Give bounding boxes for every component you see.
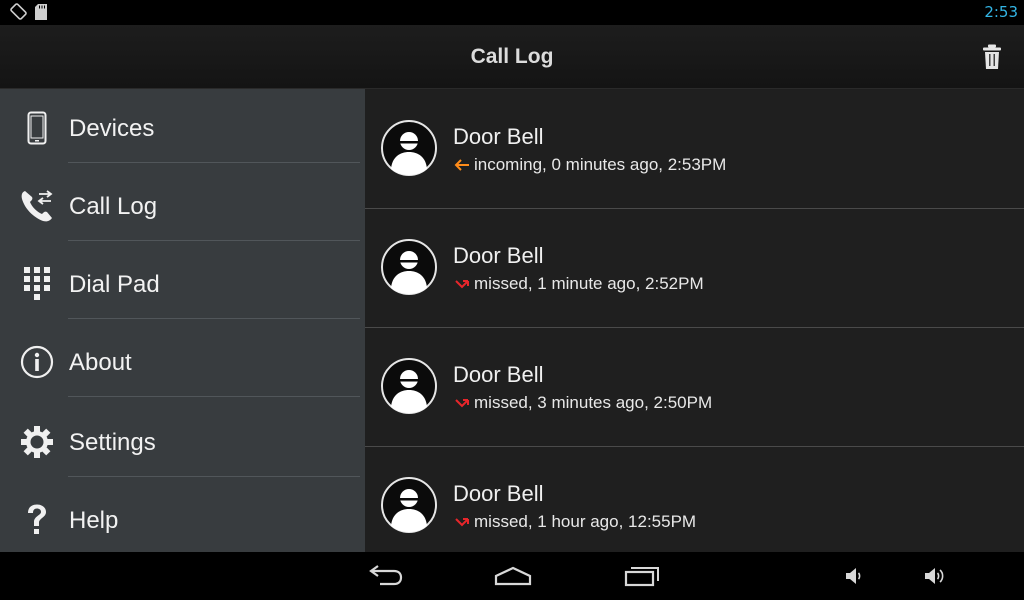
info-icon: [18, 343, 56, 381]
drawer-divider: [68, 396, 360, 397]
call-detail: missed, 3 minutes ago, 2:50PM: [453, 393, 712, 413]
drawer-divider: [68, 162, 360, 163]
trash-icon: [983, 44, 1001, 69]
call-detail: incoming, 0 minutes ago, 2:53PM: [453, 155, 726, 175]
phone-device-icon: [18, 109, 56, 147]
delete-log-button[interactable]: [982, 44, 1002, 70]
volume-up-icon: [925, 568, 944, 584]
call-log-entry[interactable]: Door Bell incoming, 0 minutes ago, 2:53P…: [365, 89, 1024, 208]
contact-avatar-icon: [380, 357, 438, 415]
drawer-item-dial-pad[interactable]: Dial Pad: [0, 245, 365, 323]
caller-name: Door Bell: [453, 362, 544, 387]
volume-up-button[interactable]: [923, 562, 947, 590]
recent-apps-icon: [624, 567, 659, 587]
caller-name: Door Bell: [453, 124, 544, 149]
gear-icon: [18, 423, 56, 461]
caller-name: Door Bell: [453, 243, 544, 268]
system-nav-bar: [0, 552, 1024, 600]
home-button[interactable]: [492, 562, 534, 590]
home-icon: [494, 566, 532, 586]
drawer-item-help[interactable]: Help: [0, 481, 365, 559]
drawer-item-label: Call Log: [69, 193, 158, 220]
drawer-divider: [68, 318, 360, 319]
screen-rotation-icon: [10, 3, 27, 20]
drawer-item-label: Devices: [69, 115, 155, 142]
drawer-item-label: Settings: [69, 429, 156, 456]
status-clock: 2:53: [984, 3, 1018, 21]
navigation-drawer: Devices Call Log Dial Pad About Settings…: [0, 89, 365, 552]
recent-apps-button[interactable]: [622, 562, 662, 590]
missed-call-arrow-icon: [455, 280, 469, 289]
drawer-divider: [68, 476, 360, 477]
call-detail-text: incoming, 0 minutes ago, 2:53PM: [474, 155, 727, 174]
contact-avatar-icon: [380, 476, 438, 534]
missed-call-arrow-icon: [455, 399, 469, 408]
drawer-divider: [68, 240, 360, 241]
volume-down-icon: [846, 568, 861, 584]
call-detail-text: missed, 3 minutes ago, 2:50PM: [474, 393, 713, 412]
back-button[interactable]: [366, 562, 406, 590]
sd-card-icon: [35, 3, 47, 20]
drawer-item-devices[interactable]: Devices: [0, 89, 365, 167]
missed-call-arrow-icon: [455, 518, 469, 527]
call-detail-text: missed, 1 hour ago, 12:55PM: [474, 512, 697, 531]
incoming-call-arrow-icon: [454, 159, 469, 171]
call-detail: missed, 1 minute ago, 2:52PM: [453, 274, 704, 294]
call-log-entry[interactable]: Door Bell missed, 3 minutes ago, 2:50PM: [365, 327, 1024, 446]
dialpad-icon: [18, 265, 56, 303]
contact-avatar-icon: [380, 119, 438, 177]
call-detail: missed, 1 hour ago, 12:55PM: [453, 512, 696, 532]
action-bar: Call Log: [0, 25, 1024, 89]
page-title: Call Log: [470, 45, 554, 68]
status-bar: 2:53: [0, 0, 1024, 25]
call-log-entry[interactable]: Door Bell missed, 1 hour ago, 12:55PM: [365, 446, 1024, 552]
call-detail-text: missed, 1 minute ago, 2:52PM: [474, 274, 704, 293]
drawer-item-label: Help: [69, 507, 119, 534]
contact-avatar-icon: [380, 238, 438, 296]
drawer-item-label: About: [69, 349, 132, 376]
drawer-item-call-log[interactable]: Call Log: [0, 167, 365, 245]
drawer-item-label: Dial Pad: [69, 271, 160, 298]
call-log-icon: [18, 187, 56, 225]
caller-name: Door Bell: [453, 481, 544, 506]
call-log-entry[interactable]: Door Bell missed, 1 minute ago, 2:52PM: [365, 208, 1024, 327]
volume-down-button[interactable]: [843, 562, 865, 590]
drawer-item-settings[interactable]: Settings: [0, 401, 365, 479]
drawer-item-about[interactable]: About: [0, 323, 365, 401]
back-icon: [369, 565, 403, 586]
call-log-list: Door Bell incoming, 0 minutes ago, 2:53P…: [365, 89, 1024, 552]
question-icon: [18, 501, 56, 539]
